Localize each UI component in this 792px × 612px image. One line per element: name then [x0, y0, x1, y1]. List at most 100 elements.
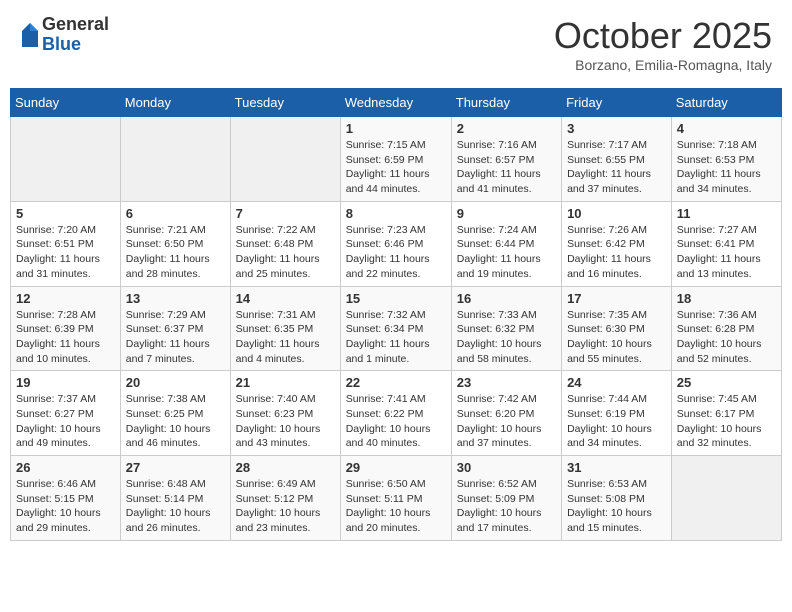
- calendar-cell: 16Sunrise: 7:33 AM Sunset: 6:32 PM Dayli…: [451, 286, 561, 371]
- calendar-cell: [11, 117, 121, 202]
- day-number: 14: [236, 291, 335, 306]
- day-number: 7: [236, 206, 335, 221]
- day-number: 30: [457, 460, 556, 475]
- calendar-cell: 14 Sunrise: 7:31 AM Sunset: 6:35 PM Dayli…: [230, 286, 340, 371]
- calendar-week-2: 5Sunrise: 7:20 AM Sunset: 6:51 PM Daylig…: [11, 201, 782, 286]
- logo-text: General Blue: [42, 15, 109, 55]
- day-number: 10: [567, 206, 666, 221]
- calendar-cell: 30Sunrise: 6:52 AM Sunset: 5:09 PM Dayli…: [451, 456, 561, 541]
- day-info: Sunrise: 7:38 AM Sunset: 6:25 PM Dayligh…: [126, 392, 225, 451]
- calendar-table: SundayMondayTuesdayWednesdayThursdayFrid…: [10, 88, 782, 541]
- calendar-cell: 17 Sunrise: 7:35 AM Sunset: 6:30 PM Dayli…: [562, 286, 672, 371]
- day-info: Sunrise: 6:53 AM Sunset: 5:08 PM Dayligh…: [567, 477, 666, 536]
- col-header-sunday: Sunday: [11, 89, 121, 117]
- calendar-cell: 5Sunrise: 7:20 AM Sunset: 6:51 PM Daylig…: [11, 201, 121, 286]
- day-number: 28: [236, 460, 335, 475]
- day-number: 25: [677, 375, 776, 390]
- calendar-cell: 21 Sunrise: 7:40 AM Sunset: 6:23 PM Dayli…: [230, 371, 340, 456]
- day-number: 20: [126, 375, 225, 390]
- logo: General Blue: [20, 15, 109, 55]
- calendar-cell: 7 Sunrise: 7:22 AM Sunset: 6:48 PM Daylig…: [230, 201, 340, 286]
- calendar-week-1: 1Sunrise: 7:15 AM Sunset: 6:59 PM Daylig…: [11, 117, 782, 202]
- day-number: 1: [346, 121, 446, 136]
- day-number: 6: [126, 206, 225, 221]
- calendar-cell: 18Sunrise: 7:36 AM Sunset: 6:28 PM Dayli…: [671, 286, 781, 371]
- calendar-cell: 3 Sunrise: 7:17 AM Sunset: 6:55 PM Daylig…: [562, 117, 672, 202]
- calendar-week-5: 26 Sunrise: 6:46 AM Sunset: 5:15 PM Dayli…: [11, 456, 782, 541]
- day-number: 5: [16, 206, 115, 221]
- day-info: Sunrise: 7:17 AM Sunset: 6:55 PM Dayligh…: [567, 138, 666, 197]
- day-info: Sunrise: 7:36 AM Sunset: 6:28 PM Dayligh…: [677, 308, 776, 367]
- calendar-cell: 23 Sunrise: 7:42 AM Sunset: 6:20 PM Dayli…: [451, 371, 561, 456]
- calendar-cell: [671, 456, 781, 541]
- calendar-cell: 13 Sunrise: 7:29 AM Sunset: 6:37 PM Dayli…: [120, 286, 230, 371]
- day-info: Sunrise: 7:37 AM Sunset: 6:27 PM Dayligh…: [16, 392, 115, 451]
- day-number: 12: [16, 291, 115, 306]
- day-info: Sunrise: 7:22 AM Sunset: 6:48 PM Dayligh…: [236, 223, 335, 282]
- day-info: Sunrise: 7:26 AM Sunset: 6:42 PM Dayligh…: [567, 223, 666, 282]
- calendar-week-3: 12 Sunrise: 7:28 AM Sunset: 6:39 PM Dayli…: [11, 286, 782, 371]
- day-number: 31: [567, 460, 666, 475]
- day-info: Sunrise: 7:40 AM Sunset: 6:23 PM Dayligh…: [236, 392, 335, 451]
- calendar-cell: 6Sunrise: 7:21 AM Sunset: 6:50 PM Daylig…: [120, 201, 230, 286]
- calendar-cell: 10 Sunrise: 7:26 AM Sunset: 6:42 PM Dayli…: [562, 201, 672, 286]
- day-number: 15: [346, 291, 446, 306]
- calendar-cell: 12 Sunrise: 7:28 AM Sunset: 6:39 PM Dayli…: [11, 286, 121, 371]
- day-number: 24: [567, 375, 666, 390]
- day-number: 2: [457, 121, 556, 136]
- col-header-wednesday: Wednesday: [340, 89, 451, 117]
- day-info: Sunrise: 6:50 AM Sunset: 5:11 PM Dayligh…: [346, 477, 446, 536]
- day-number: 4: [677, 121, 776, 136]
- day-info: Sunrise: 7:24 AM Sunset: 6:44 PM Dayligh…: [457, 223, 556, 282]
- day-number: 13: [126, 291, 225, 306]
- day-number: 3: [567, 121, 666, 136]
- calendar-cell: 8Sunrise: 7:23 AM Sunset: 6:46 PM Daylig…: [340, 201, 451, 286]
- logo-icon: [20, 21, 40, 49]
- day-number: 23: [457, 375, 556, 390]
- day-info: Sunrise: 7:29 AM Sunset: 6:37 PM Dayligh…: [126, 308, 225, 367]
- day-number: 27: [126, 460, 225, 475]
- day-number: 29: [346, 460, 446, 475]
- calendar-cell: 11 Sunrise: 7:27 AM Sunset: 6:41 PM Dayli…: [671, 201, 781, 286]
- day-info: Sunrise: 7:42 AM Sunset: 6:20 PM Dayligh…: [457, 392, 556, 451]
- day-number: 21: [236, 375, 335, 390]
- calendar-cell: 19Sunrise: 7:37 AM Sunset: 6:27 PM Dayli…: [11, 371, 121, 456]
- calendar-cell: 25 Sunrise: 7:45 AM Sunset: 6:17 PM Dayli…: [671, 371, 781, 456]
- day-info: Sunrise: 7:45 AM Sunset: 6:17 PM Dayligh…: [677, 392, 776, 451]
- day-info: Sunrise: 7:27 AM Sunset: 6:41 PM Dayligh…: [677, 223, 776, 282]
- col-header-tuesday: Tuesday: [230, 89, 340, 117]
- day-info: Sunrise: 7:33 AM Sunset: 6:32 PM Dayligh…: [457, 308, 556, 367]
- day-info: Sunrise: 7:41 AM Sunset: 6:22 PM Dayligh…: [346, 392, 446, 451]
- calendar-cell: 27 Sunrise: 6:48 AM Sunset: 5:14 PM Dayli…: [120, 456, 230, 541]
- day-info: Sunrise: 7:16 AM Sunset: 6:57 PM Dayligh…: [457, 138, 556, 197]
- calendar-cell: 2 Sunrise: 7:16 AM Sunset: 6:57 PM Daylig…: [451, 117, 561, 202]
- calendar-cell: 9Sunrise: 7:24 AM Sunset: 6:44 PM Daylig…: [451, 201, 561, 286]
- day-info: Sunrise: 7:35 AM Sunset: 6:30 PM Dayligh…: [567, 308, 666, 367]
- day-info: Sunrise: 6:46 AM Sunset: 5:15 PM Dayligh…: [16, 477, 115, 536]
- col-header-monday: Monday: [120, 89, 230, 117]
- col-header-thursday: Thursday: [451, 89, 561, 117]
- col-header-saturday: Saturday: [671, 89, 781, 117]
- day-number: 11: [677, 206, 776, 221]
- day-number: 17: [567, 291, 666, 306]
- calendar-cell: 20 Sunrise: 7:38 AM Sunset: 6:25 PM Dayli…: [120, 371, 230, 456]
- calendar-cell: 1Sunrise: 7:15 AM Sunset: 6:59 PM Daylig…: [340, 117, 451, 202]
- calendar-cell: 15Sunrise: 7:32 AM Sunset: 6:34 PM Dayli…: [340, 286, 451, 371]
- day-info: Sunrise: 7:28 AM Sunset: 6:39 PM Dayligh…: [16, 308, 115, 367]
- month-title: October 2025: [554, 15, 772, 57]
- calendar-cell: 31 Sunrise: 6:53 AM Sunset: 5:08 PM Dayli…: [562, 456, 672, 541]
- day-info: Sunrise: 6:48 AM Sunset: 5:14 PM Dayligh…: [126, 477, 225, 536]
- calendar-cell: [230, 117, 340, 202]
- day-number: 26: [16, 460, 115, 475]
- calendar-cell: 4 Sunrise: 7:18 AM Sunset: 6:53 PM Daylig…: [671, 117, 781, 202]
- day-info: Sunrise: 7:18 AM Sunset: 6:53 PM Dayligh…: [677, 138, 776, 197]
- calendar-header-row: SundayMondayTuesdayWednesdayThursdayFrid…: [11, 89, 782, 117]
- day-info: Sunrise: 7:31 AM Sunset: 6:35 PM Dayligh…: [236, 308, 335, 367]
- title-block: October 2025 Borzano, Emilia-Romagna, It…: [554, 15, 772, 73]
- page-header: General Blue October 2025 Borzano, Emili…: [10, 10, 782, 78]
- calendar-cell: 24 Sunrise: 7:44 AM Sunset: 6:19 PM Dayli…: [562, 371, 672, 456]
- calendar-cell: 29 Sunrise: 6:50 AM Sunset: 5:11 PM Dayli…: [340, 456, 451, 541]
- day-info: Sunrise: 7:44 AM Sunset: 6:19 PM Dayligh…: [567, 392, 666, 451]
- location-subtitle: Borzano, Emilia-Romagna, Italy: [554, 57, 772, 73]
- calendar-cell: [120, 117, 230, 202]
